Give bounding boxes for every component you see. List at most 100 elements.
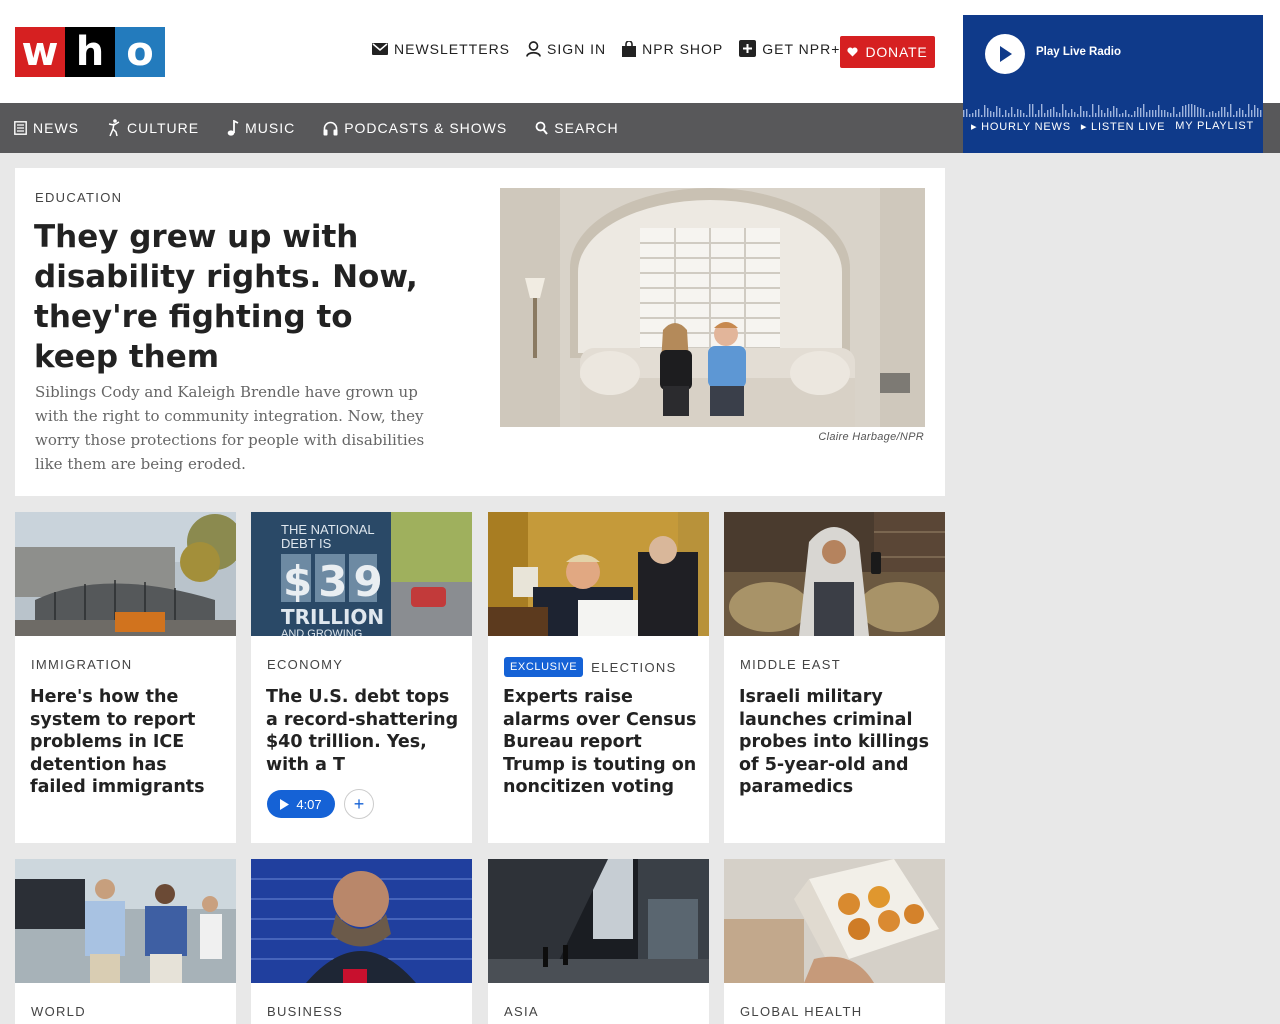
story-section-slug[interactable]: MIDDLE EAST xyxy=(740,657,841,672)
story-thumbnail[interactable] xyxy=(724,859,945,983)
waveform-bar xyxy=(1176,114,1178,117)
waveform-bar xyxy=(993,112,995,117)
story-card[interactable]: EXCLUSIVE ELECTIONS Experts raise alarms… xyxy=(488,512,709,843)
waveform-bar xyxy=(1146,112,1148,117)
nav-edge xyxy=(1263,103,1280,153)
waveform-bar xyxy=(1098,105,1100,117)
nav-item-podcasts-shows[interactable]: PODCASTS & SHOWS xyxy=(323,120,507,136)
waveform-bar xyxy=(1128,114,1130,117)
hero-image-credit: Claire Harbage/NPR xyxy=(818,431,924,443)
add-to-playlist-button[interactable]: + xyxy=(344,789,374,819)
story-thumbnail[interactable] xyxy=(488,512,709,636)
waveform-bar xyxy=(1122,113,1124,117)
waveform-bar xyxy=(1182,106,1184,117)
waveform-bar xyxy=(1164,110,1166,117)
waveform-bar xyxy=(1032,104,1034,117)
story-thumbnail[interactable]: THE NATIONAL DEBT IS $39 TRILLION AND GR… xyxy=(251,512,472,636)
story-section-slug[interactable]: ASIA xyxy=(504,1004,539,1019)
waveform-bar xyxy=(1053,107,1055,117)
waveform-bar xyxy=(1170,113,1172,117)
waveform-bar xyxy=(1119,114,1121,117)
story-headline[interactable]: Experts raise alarms over Census Bureau … xyxy=(503,686,701,799)
hero-headline[interactable]: They grew up with disability rights. Now… xyxy=(34,217,434,377)
waveform-bar xyxy=(1020,110,1022,117)
waveform-bar xyxy=(1092,104,1094,117)
story-headline[interactable]: Israeli military launches criminal probe… xyxy=(739,686,937,799)
waveform-bar xyxy=(1014,114,1016,117)
my-playlist-link[interactable]: MY PLAYLIST xyxy=(1175,120,1254,133)
story-thumbnail[interactable] xyxy=(15,512,236,636)
waveform-bar xyxy=(1137,107,1139,117)
site-logo[interactable]: w h o xyxy=(15,27,165,77)
waveform-bar xyxy=(1239,108,1241,117)
waveform-bar xyxy=(1044,113,1046,117)
play-audio-button[interactable]: 4:07 xyxy=(267,790,335,818)
story-section-slug[interactable]: GLOBAL HEALTH xyxy=(740,1004,862,1019)
waveform-bar xyxy=(1257,108,1259,117)
waveform-bar xyxy=(1080,106,1082,117)
hero-image[interactable] xyxy=(500,188,925,427)
logo-letter-h: h xyxy=(65,27,115,77)
nav-label-music: MUSIC xyxy=(245,120,296,136)
story-card[interactable]: ASIA xyxy=(488,859,709,1024)
hourly-news-link[interactable]: ▸ HOURLY NEWS xyxy=(971,120,1071,133)
donate-label: DONATE xyxy=(865,44,928,60)
story-card[interactable]: BUSINESS xyxy=(251,859,472,1024)
waveform-bar xyxy=(1140,108,1142,117)
waveform-bar xyxy=(1200,108,1202,117)
waveform-bar xyxy=(1056,112,1058,117)
story-section-slug[interactable]: ELECTIONS xyxy=(591,660,676,675)
listen-live-link[interactable]: ▸ LISTEN LIVE xyxy=(1081,120,1165,133)
waveform-bar xyxy=(1068,113,1070,117)
debt-clock-line-2: DEBT IS xyxy=(281,536,332,551)
story-thumbnail[interactable] xyxy=(15,859,236,983)
newsletters-label: NEWSLETTERS xyxy=(394,40,511,57)
heart-icon xyxy=(847,47,859,57)
waveform-bar xyxy=(1248,104,1250,117)
story-thumbnail[interactable] xyxy=(488,859,709,983)
waveform-bar xyxy=(984,105,986,117)
story-card[interactable]: MIDDLE EAST Israeli military launches cr… xyxy=(724,512,945,843)
npr-shop-link[interactable]: NPR SHOP xyxy=(622,40,723,57)
waveform-bar xyxy=(1155,110,1157,117)
newsletters-link[interactable]: NEWSLETTERS xyxy=(372,41,510,57)
story-section-slug[interactable]: IMMIGRATION xyxy=(31,657,132,672)
waveform-bar xyxy=(1233,115,1235,117)
waveform-bar xyxy=(1206,115,1208,117)
waveform-bar xyxy=(1173,107,1175,117)
story-thumbnail[interactable] xyxy=(251,859,472,983)
debt-clock-line-1: THE NATIONAL xyxy=(281,522,375,537)
waveform-bar xyxy=(1179,112,1181,117)
get-npr-plus-link[interactable]: GET NPR+ xyxy=(739,40,840,57)
waveform-bar xyxy=(975,110,977,117)
story-card[interactable]: THE NATIONAL DEBT IS $39 TRILLION AND GR… xyxy=(251,512,472,843)
story-section-slug[interactable]: BUSINESS xyxy=(267,1004,343,1019)
nav-label-search: SEARCH xyxy=(554,120,619,136)
story-headline[interactable]: Here's how the system to report problems… xyxy=(30,686,228,799)
waveform-bar xyxy=(1011,107,1013,117)
nav-label-podcasts-shows: PODCASTS & SHOWS xyxy=(344,120,508,136)
waveform-bar xyxy=(1143,104,1145,117)
donate-button[interactable]: DONATE xyxy=(840,36,935,68)
play-live-radio-button[interactable] xyxy=(985,34,1025,74)
nav-item-music[interactable]: MUSIC xyxy=(227,120,295,136)
story-section-slug[interactable]: WORLD xyxy=(31,1004,86,1019)
story-thumbnail[interactable] xyxy=(724,512,945,636)
nav-item-news[interactable]: NEWS xyxy=(14,120,79,136)
sign-in-link[interactable]: SIGN IN xyxy=(526,41,606,57)
story-card[interactable]: IMMIGRATION Here's how the system to rep… xyxy=(15,512,236,843)
story-section-slug[interactable]: ECONOMY xyxy=(267,657,343,672)
nav-item-culture[interactable]: CULTURE xyxy=(107,119,199,137)
story-card[interactable]: WORLD xyxy=(15,859,236,1024)
hero-section-slug[interactable]: EDUCATION xyxy=(35,190,122,205)
story-card[interactable]: GLOBAL HEALTH xyxy=(724,859,945,1024)
waveform-bar xyxy=(1230,104,1232,117)
waveform-bar xyxy=(963,110,965,117)
story-headline[interactable]: The U.S. debt tops a record-shattering $… xyxy=(266,686,464,776)
logo-letter-w: w xyxy=(15,27,65,77)
plus-square-icon xyxy=(739,40,757,57)
nav-item-search[interactable]: SEARCH xyxy=(535,120,618,136)
play-live-radio-label[interactable]: Play Live Radio xyxy=(1036,46,1121,58)
waveform-bar xyxy=(1038,110,1040,117)
waveform-bar xyxy=(1059,113,1061,117)
